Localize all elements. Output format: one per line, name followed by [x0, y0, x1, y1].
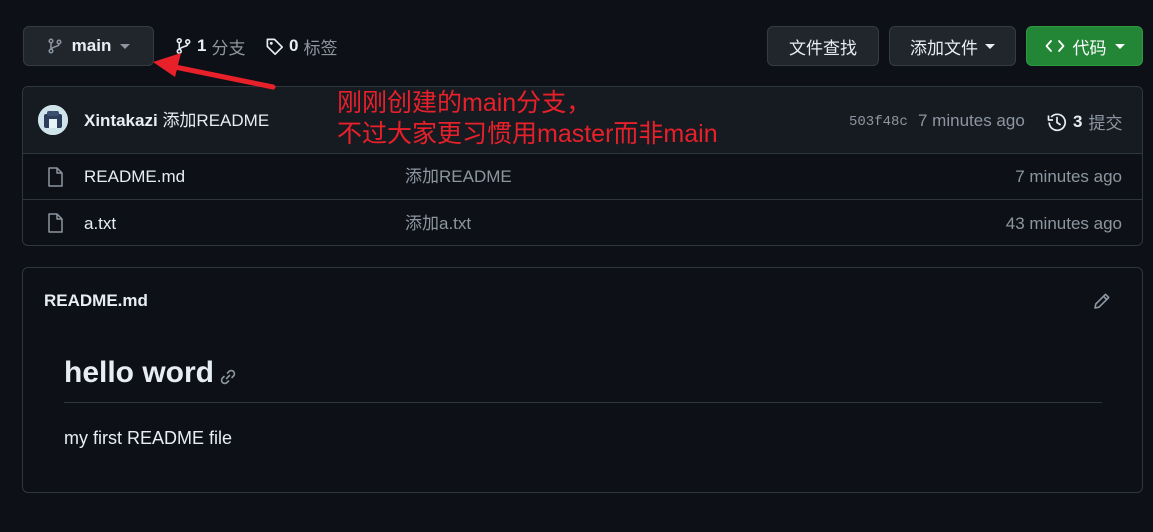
tags-label: 标签 [303, 38, 338, 58]
annotation-line-1: 刚刚创建的main分支， [337, 89, 592, 117]
branch-icon [47, 38, 63, 54]
commit-sha[interactable]: 503f48c [849, 114, 908, 130]
pencil-icon[interactable] [1093, 292, 1111, 310]
file-name[interactable]: a.txt [84, 213, 116, 235]
find-file-button[interactable]: 文件查找 [767, 26, 879, 66]
code-button[interactable]: 代码 [1026, 26, 1143, 66]
chevron-down-icon [1114, 43, 1125, 49]
readme-filename[interactable]: README.md [44, 291, 148, 311]
add-file-label: 添加文件 [910, 38, 978, 58]
commits-link[interactable]: 3 提交 [1047, 109, 1122, 134]
commit-author[interactable]: Xintakazi [84, 111, 158, 130]
annotation-text: 刚刚创建的main分支， 不过大家更习惯用master而非main [337, 88, 718, 150]
avatar[interactable] [38, 105, 68, 135]
commit-time: 7 minutes ago [918, 111, 1025, 130]
file-row: README.md 添加README 7 minutes ago [23, 154, 1142, 200]
file-icon [47, 213, 63, 233]
branch-selector-button[interactable]: main [23, 26, 154, 66]
file-icon [47, 167, 63, 187]
file-commit-message[interactable]: 添加a.txt [405, 213, 471, 235]
commits-label: 提交 [1088, 114, 1123, 133]
chevron-down-icon [120, 43, 131, 49]
find-file-label: 文件查找 [789, 38, 857, 58]
add-file-button[interactable]: 添加文件 [889, 26, 1016, 66]
code-icon [1045, 39, 1065, 53]
readme-heading-wrap: hello word [64, 352, 1102, 403]
commit-message[interactable]: 添加README [162, 111, 269, 130]
history-icon [1047, 112, 1067, 132]
file-row: a.txt 添加a.txt 43 minutes ago [23, 200, 1142, 245]
chevron-down-icon [985, 43, 995, 49]
readme-heading: hello word [64, 356, 214, 389]
commits-count: 3 [1073, 111, 1083, 131]
anchor-link-icon[interactable] [219, 368, 237, 386]
annotation-arrow [153, 53, 276, 90]
readme-panel: README.md hello word my first README fil… [22, 267, 1143, 493]
file-time: 7 minutes ago [1015, 167, 1122, 186]
readme-header: README.md [23, 268, 1142, 334]
readme-body-text: my first README file [64, 428, 233, 448]
file-commit-message[interactable]: 添加README [405, 166, 512, 188]
commit-summary: Xintakazi 添加README [84, 110, 269, 132]
code-label: 代码 [1072, 38, 1107, 58]
branch-name: main [71, 36, 112, 55]
tags-count: 0 [289, 36, 299, 55]
file-time: 43 minutes ago [1005, 214, 1122, 233]
file-name[interactable]: README.md [84, 166, 185, 188]
annotation-line-2: 不过大家更习惯用master而非main [337, 120, 718, 148]
